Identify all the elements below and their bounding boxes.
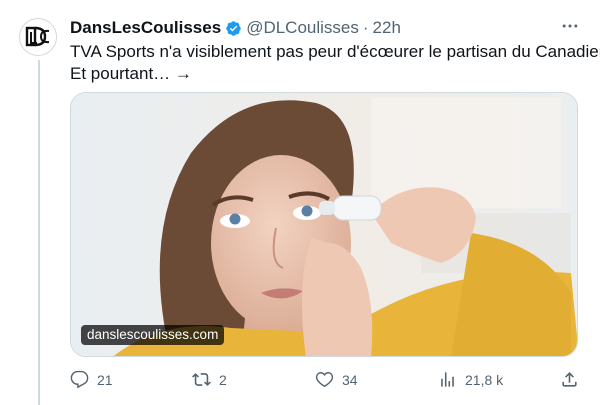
verified-badge-icon[interactable] [225, 20, 242, 37]
author-handle[interactable]: @DLCoulisses [246, 17, 359, 39]
tweet-text: TVA Sports n'a visiblement pas peur d'éc… [70, 41, 600, 85]
tweet-media-card[interactable]: danslescoulisses.com [70, 92, 578, 357]
more-options-button[interactable] [558, 14, 582, 38]
views-count: 21,8 k [465, 371, 504, 388]
retweet-button[interactable]: 2 [192, 370, 227, 389]
share-button[interactable] [560, 370, 579, 389]
avatar[interactable] [19, 18, 57, 56]
tweet-text-line[interactable]: Et pourtant… → [70, 63, 580, 85]
share-icon [562, 372, 577, 387]
thread-line [38, 60, 40, 405]
reply-button[interactable]: 21 [70, 370, 113, 389]
separator-dot: · [362, 18, 369, 37]
like-button[interactable]: 34 [315, 370, 358, 389]
retweet-count: 2 [219, 371, 227, 388]
media-photo [71, 93, 577, 356]
dlc-logo-icon [25, 26, 50, 47]
like-count: 34 [342, 371, 358, 388]
views-icon [441, 372, 454, 387]
more-icon [562, 24, 578, 28]
tweet-actions-bar: 21 2 34 21,8 k [70, 370, 580, 392]
tweet-timestamp[interactable]: 22h [373, 17, 401, 39]
reply-icon [70, 370, 89, 389]
media-link-label: danslescoulisses.com [81, 325, 225, 345]
author-display-name[interactable]: DansLesCoulisses [70, 17, 221, 39]
reply-count: 21 [97, 371, 113, 388]
tweet-text-line: TVA Sports n'a visiblement pas peur d'éc… [70, 42, 600, 61]
tweet-header: DansLesCoulisses @DLCoulisses · 22h [70, 17, 401, 39]
tweet[interactable]: DansLesCoulisses @DLCoulisses · 22h TVA … [0, 0, 600, 405]
heart-icon [315, 372, 334, 388]
retweet-icon [192, 373, 211, 386]
views-button[interactable]: 21,8 k [438, 370, 503, 389]
